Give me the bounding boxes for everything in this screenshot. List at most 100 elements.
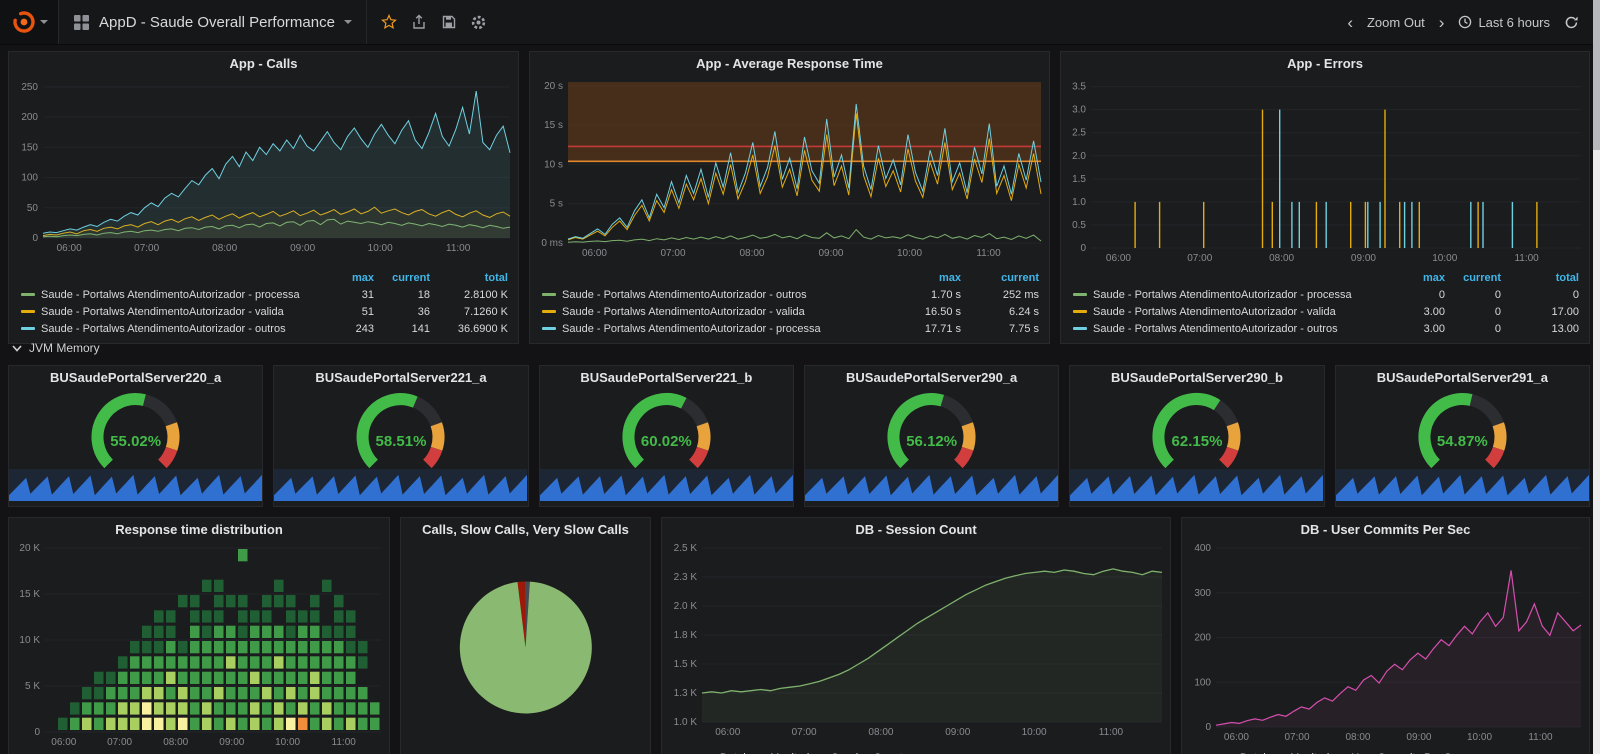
svg-text:15 K: 15 K [19, 589, 40, 600]
svg-text:09:00: 09:00 [945, 727, 970, 738]
series-name[interactable]: Saude - Portalws AtendimentoAutorizador … [1093, 306, 1389, 318]
svg-text:07:00: 07:00 [107, 737, 132, 748]
db-sessions-legend: Database Monitoring - Session Count [662, 748, 1170, 754]
grafana-main-menu-button[interactable] [0, 0, 59, 44]
panel-title[interactable]: App - Calls [9, 52, 518, 76]
clock-icon [1459, 15, 1472, 29]
svg-text:1.0 K: 1.0 K [674, 717, 698, 728]
svg-text:10:00: 10:00 [368, 243, 393, 254]
svg-text:1.0: 1.0 [1072, 197, 1086, 208]
panel-title[interactable]: Calls, Slow Calls, Very Slow Calls [401, 518, 650, 542]
panel-title[interactable]: BUSaudePortalServer221_a [274, 366, 527, 390]
row-label-text: JVM Memory [29, 341, 100, 355]
series-color-dash [1073, 310, 1087, 313]
series-name[interactable]: Saude - Portalws AtendimentoAutorizador … [562, 306, 905, 318]
svg-text:1.8 K: 1.8 K [674, 630, 698, 641]
series-name[interactable]: Saude - Portalws AtendimentoAutorizador … [1093, 289, 1389, 301]
svg-text:5 K: 5 K [25, 681, 40, 692]
svg-text:50: 50 [27, 203, 39, 214]
db-session-count-chart[interactable]: 1.0 K 1.3 K 1.5 K 1.8 K 2.0 K 2.3 K 2.5 K 06:00… [662, 542, 1170, 748]
svg-text:07:00: 07:00 [1187, 253, 1212, 264]
panel-calls-pie: Calls, Slow Calls, Very Slow Calls [400, 517, 651, 754]
save-dashboard-button[interactable] [435, 8, 463, 36]
response-time-heatmap[interactable]: 0 5 K 10 K 15 K 20 K 06:00 07:00 08:00 09:00 10:0… [9, 542, 389, 754]
share-dashboard-button[interactable] [405, 8, 433, 36]
jvm-heap-gauge [540, 390, 793, 469]
series-name[interactable]: Saude - Portalws AtendimentoAutorizador … [41, 306, 318, 318]
jvm-heap-gauge [1336, 390, 1589, 469]
panel-gauge-server290a: BUSaudePortalServer290_a 56.12% [803, 365, 1060, 507]
panel-title[interactable]: App - Average Response Time [530, 52, 1049, 76]
svg-text:08:00: 08:00 [212, 243, 237, 254]
legend-header-total[interactable]: total [1501, 272, 1579, 284]
dashboard-title: AppD - Saude Overall Performance [99, 13, 335, 31]
time-shift-back-button[interactable]: ‹ [1340, 10, 1360, 35]
app-response-time-chart[interactable]: 0 ms 5 s 10 s 15 s 20 s 06:00 07:00 08:00 09:00 1… [530, 76, 1049, 269]
legend-row: Saude - Portalws AtendimentoAutorizador … [1073, 320, 1579, 337]
legend-header-max[interactable]: max [1389, 272, 1445, 284]
calls-pie-chart[interactable] [401, 542, 650, 754]
series-color-dash [21, 310, 35, 313]
legend-header-current[interactable]: current [961, 272, 1039, 284]
panel-app-errors: App - Errors 0 0.5 1.0 1.5 2.0 2.5 3.0 3.5 06:00… [1060, 51, 1590, 344]
time-shift-forward-button[interactable]: › [1432, 10, 1452, 35]
series-color-dash [1073, 293, 1087, 296]
legend-header-current[interactable]: current [1445, 272, 1501, 284]
gauge-sparkline [9, 469, 262, 506]
jvm-memory-panel-row: BUSaudePortalServer220_a 55.02% BUSaudeP… [8, 365, 1590, 507]
legend-header-max[interactable]: max [905, 272, 961, 284]
time-range-label: Last 6 hours [1478, 14, 1550, 30]
panel-title[interactable]: BUSaudePortalServer291_a [1336, 366, 1589, 390]
panel-app-calls: App - Calls 0 50 100 150 200 250 06:00 07:00 08:… [8, 51, 519, 344]
series-name[interactable]: Saude - Portalws AtendimentoAutorizador … [41, 323, 318, 335]
refresh-button[interactable] [1557, 11, 1586, 34]
legend-header-total[interactable]: total [430, 272, 508, 284]
svg-text:10:00: 10:00 [275, 737, 300, 748]
app-calls-chart[interactable]: 0 50 100 150 200 250 06:00 07:00 08:00 09:00 10:00… [9, 76, 518, 269]
svg-text:07:00: 07:00 [1285, 732, 1310, 743]
svg-text:300: 300 [1194, 588, 1211, 599]
svg-text:10 K: 10 K [19, 635, 40, 646]
time-controls: ‹ Zoom Out › Last 6 hours [1340, 10, 1600, 35]
app-calls-legend: max current total Saude - Portalws Atend… [9, 269, 518, 343]
panel-title[interactable]: BUSaudePortalServer220_a [9, 366, 262, 390]
gauge-value: 55.02% [110, 432, 162, 450]
svg-text:20 s: 20 s [544, 81, 563, 92]
panel-title[interactable]: DB - User Commits Per Sec [1182, 518, 1589, 542]
db-commits-legend: Database Monitoring - User Commits Per S… [1182, 748, 1589, 754]
legend-header-current[interactable]: current [374, 272, 430, 284]
panel-title[interactable]: App - Errors [1061, 52, 1589, 76]
svg-text:11:00: 11:00 [332, 737, 357, 748]
dashboard-settings-button[interactable] [465, 8, 493, 36]
legend-header-row: max current total [1073, 269, 1579, 286]
panel-title[interactable]: DB - Session Count [662, 518, 1170, 542]
scrollbar-thumb[interactable] [1593, 0, 1600, 150]
svg-text:0 ms: 0 ms [541, 238, 563, 249]
zoom-out-button[interactable]: Zoom Out [1360, 11, 1432, 34]
star-dashboard-button[interactable] [375, 8, 403, 36]
svg-text:200: 200 [21, 112, 38, 123]
svg-text:11:00: 11:00 [1099, 727, 1124, 738]
dashboard-title-button[interactable]: AppD - Saude Overall Performance [59, 0, 367, 44]
gauge-sparkline [1070, 469, 1324, 506]
chevron-right-icon: › [1438, 12, 1445, 32]
series-name[interactable]: Saude - Portalws AtendimentoAutorizador … [1093, 323, 1389, 335]
svg-text:10:00: 10:00 [1467, 732, 1492, 743]
panel-title[interactable]: BUSaudePortalServer290_a [805, 366, 1058, 390]
svg-text:2.3 K: 2.3 K [674, 572, 698, 583]
panel-title[interactable]: BUSaudePortalServer221_b [540, 366, 793, 390]
time-range-picker-button[interactable]: Last 6 hours [1451, 11, 1557, 34]
series-name[interactable]: Saude - Portalws AtendimentoAutorizador … [562, 289, 905, 301]
svg-text:08:00: 08:00 [1345, 732, 1370, 743]
db-user-commits-chart[interactable]: 0 100 200 300 400 06:00 07:00 08:00 09:00 10:00 11… [1182, 542, 1589, 748]
grafana-dashboard: AppD - Saude Overall Performance ‹ Zoom … [0, 0, 1600, 754]
gauge-value: 56.12% [906, 432, 958, 450]
series-name[interactable]: Saude - Portalws AtendimentoAutorizador … [562, 323, 905, 335]
panel-response-time-distribution: Response time distribution 0 5 K 10 K 15 K 2… [8, 517, 390, 754]
page-scrollbar[interactable] [1593, 0, 1600, 754]
panel-title[interactable]: Response time distribution [9, 518, 389, 542]
series-name[interactable]: Saude - Portalws AtendimentoAutorizador … [41, 289, 318, 301]
app-errors-chart[interactable]: 0 0.5 1.0 1.5 2.0 2.5 3.0 3.5 06:00 07:00 08:00 09:… [1061, 76, 1589, 269]
panel-title[interactable]: BUSaudePortalServer290_b [1070, 366, 1323, 390]
legend-header-max[interactable]: max [318, 272, 374, 284]
